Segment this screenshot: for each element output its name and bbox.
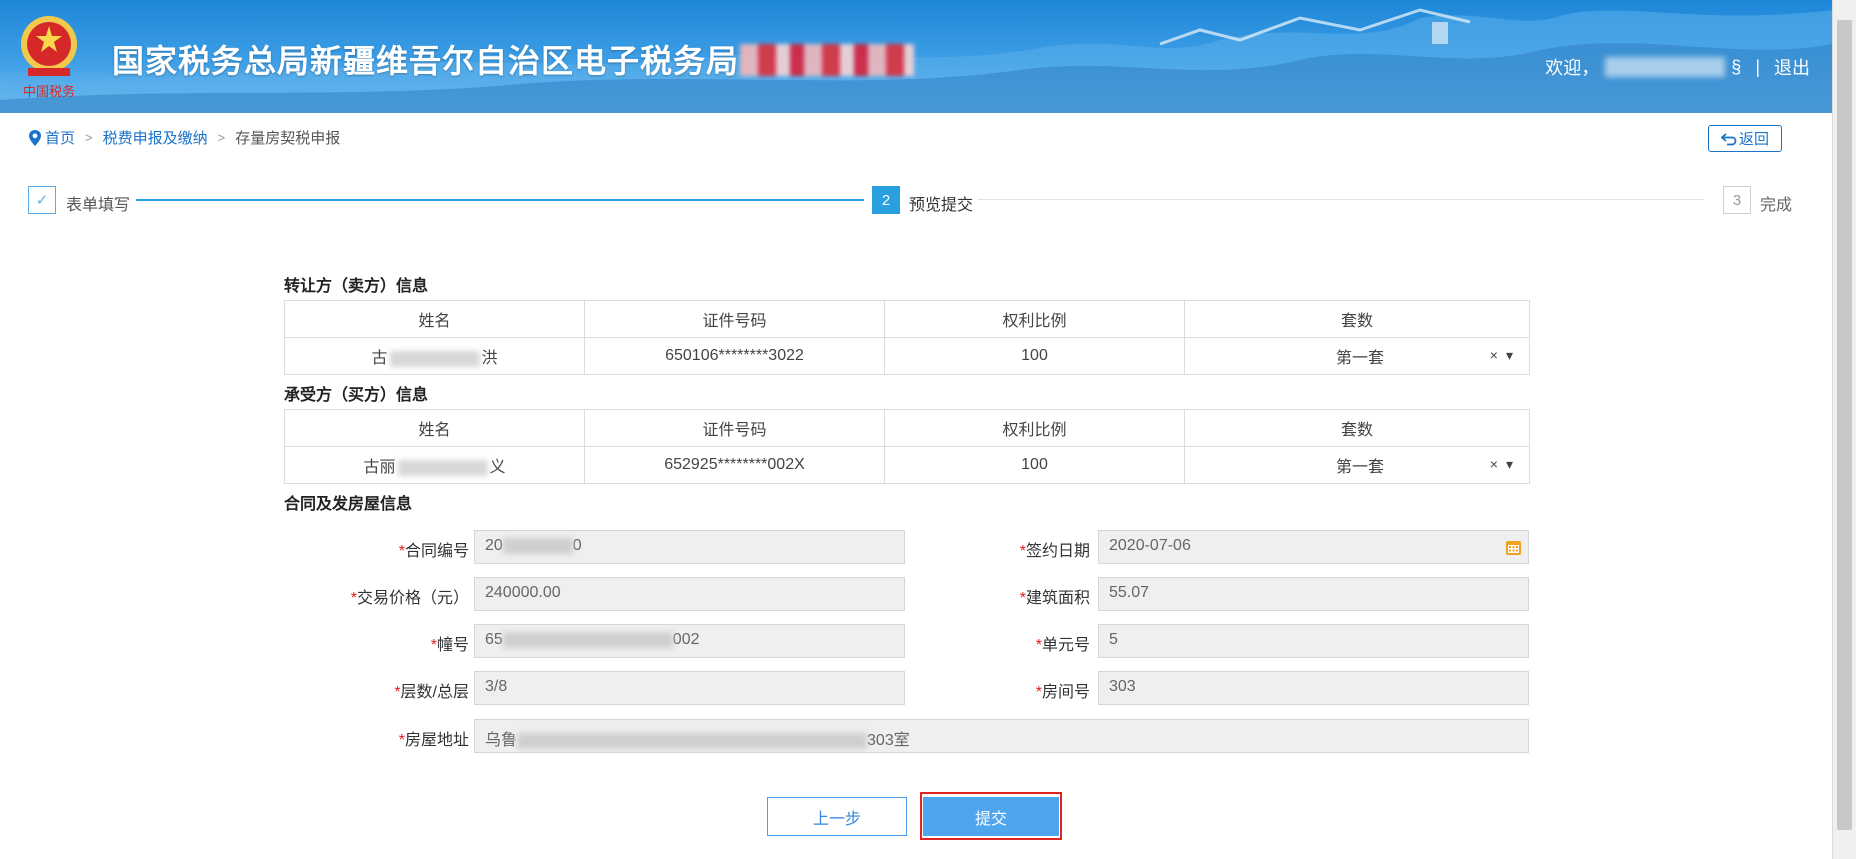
select-controls: × ▾ <box>1490 347 1513 364</box>
buyer-id-cell: 652925********002X <box>584 446 885 484</box>
seller-name-end: 洪 <box>481 350 498 367</box>
buyer-ratio-cell: 100 <box>884 446 1185 484</box>
location-pin-icon <box>29 129 41 146</box>
back-button[interactable]: 返回 <box>1708 125 1782 152</box>
buyer-name-end: 义 <box>489 459 506 476</box>
redacted-username <box>1605 57 1726 77</box>
step-line-completed <box>136 199 864 201</box>
redacted-name <box>397 459 488 476</box>
contract-section-title: 合同及发房屋信息 <box>284 496 413 513</box>
site-header: 中国税务 国家税务总局新疆维吾尔自治区电子税务局 欢迎， § | 退出 <box>0 0 1832 113</box>
breadcrumb-current: 存量房契税申报 <box>235 130 341 147</box>
unit-no-label: *单元号 <box>1035 637 1090 654</box>
area-input[interactable]: 55.07 <box>1098 577 1529 611</box>
breadcrumb-home[interactable]: 首页 <box>45 127 75 148</box>
dropdown-arrow-icon[interactable]: ▾ <box>1506 456 1513 473</box>
clear-icon[interactable]: × <box>1490 456 1498 473</box>
clear-icon[interactable]: × <box>1490 347 1498 364</box>
column-header-ratio: 权利比例 <box>884 300 1185 338</box>
step-1-check-icon: ✓ <box>28 186 56 214</box>
room-no-label: *房间号 <box>1035 684 1090 701</box>
building-no-input[interactable]: 65 002 <box>474 624 905 658</box>
seller-table: 姓名 证件号码 权利比例 套数 古洪 650106********3022 10… <box>284 300 1530 375</box>
breadcrumb-separator: > <box>217 130 226 145</box>
contract-no-label: *合同编号 <box>398 543 469 560</box>
step-3-label: 完成 <box>1760 197 1793 214</box>
address-label: *房屋地址 <box>398 732 469 749</box>
column-header-ratio: 权利比例 <box>884 409 1185 447</box>
dropdown-arrow-icon[interactable]: ▾ <box>1506 347 1513 364</box>
buyer-section-title: 承受方（买方）信息 <box>284 387 429 404</box>
welcome-text: 欢迎， <box>1545 58 1600 78</box>
breadcrumb-separator: > <box>85 130 93 145</box>
calendar-icon[interactable] <box>1505 539 1522 556</box>
select-controls: × ▾ <box>1490 456 1513 473</box>
unit-no-input[interactable]: 5 <box>1098 624 1529 658</box>
scrollbar-thumb[interactable] <box>1837 20 1852 830</box>
redacted-name <box>389 350 480 367</box>
step-3-number: 3 <box>1723 186 1751 214</box>
sign-date-label: *签约日期 <box>1019 543 1090 560</box>
price-input[interactable]: 240000.00 <box>474 577 905 611</box>
building-no-label: *幢号 <box>430 637 469 654</box>
breadcrumb-tax-declaration[interactable]: 税费申报及缴纳 <box>103 127 208 148</box>
site-title: 国家税务总局新疆维吾尔自治区电子税务局 <box>112 43 740 79</box>
price-label: *交易价格（元） <box>350 590 469 607</box>
svg-text:中国税务: 中国税务 <box>23 84 75 100</box>
sign-date-input[interactable]: 2020-07-06 <box>1098 530 1529 564</box>
column-header-sets: 套数 <box>1184 300 1530 338</box>
buyer-name-cell: 古丽 义 <box>284 446 585 484</box>
step-1-label: 表单填写 <box>66 197 131 214</box>
tax-bureau-emblem-icon: 中国税务 <box>21 16 77 100</box>
buyer-name-start: 古丽 <box>363 459 396 476</box>
user-suffix: § <box>1731 56 1742 77</box>
redacted-region <box>740 44 914 76</box>
return-arrow-icon <box>1720 132 1737 145</box>
previous-step-button[interactable]: 上一步 <box>767 797 907 836</box>
logout-link[interactable]: 退出 <box>1774 54 1810 80</box>
seller-name-cell: 古洪 <box>284 337 585 375</box>
redacted-value <box>502 631 673 648</box>
floors-input[interactable]: 3/8 <box>474 671 905 705</box>
progress-steps: ✓ 表单填写 2 预览提交 3 完成 <box>0 180 1832 220</box>
column-header-id: 证件号码 <box>584 300 885 338</box>
seller-id-cell: 650106********3022 <box>584 337 885 375</box>
breadcrumb: 首页 > 税费申报及缴纳 > 存量房契税申报 <box>28 127 340 148</box>
seller-name-start: 古 <box>371 350 388 367</box>
redacted-value <box>502 537 573 554</box>
buyer-table: 姓名 证件号码 权利比例 套数 古丽 义 652925********002X 1… <box>284 409 1530 484</box>
area-label: *建筑面积 <box>1019 590 1090 607</box>
step-2-number: 2 <box>872 186 900 214</box>
table-row: 古丽 义 652925********002X 100 第一套 × ▾ <box>284 446 1530 484</box>
column-header-sets: 套数 <box>1184 409 1530 447</box>
room-no-input[interactable]: 303 <box>1098 671 1529 705</box>
table-row: 古洪 650106********3022 100 第一套 × ▾ <box>284 337 1530 375</box>
vertical-scrollbar[interactable] <box>1832 0 1856 859</box>
header-separator: | <box>1755 56 1760 77</box>
floors-label: *层数/总层 <box>394 684 469 701</box>
seller-ratio-cell: 100 <box>884 337 1185 375</box>
column-header-id: 证件号码 <box>584 409 885 447</box>
column-header-name: 姓名 <box>284 409 585 447</box>
back-button-label: 返回 <box>1738 131 1769 148</box>
contract-no-input[interactable]: 20 0 <box>474 530 905 564</box>
seller-sets-select[interactable]: 第一套 × ▾ <box>1184 337 1530 375</box>
column-header-name: 姓名 <box>284 300 585 338</box>
step-2-label: 预览提交 <box>909 197 974 214</box>
redacted-value <box>517 732 868 749</box>
seller-section-title: 转让方（卖方）信息 <box>284 278 429 295</box>
page: 中国税务 国家税务总局新疆维吾尔自治区电子税务局 欢迎， § | 退出 首页 >… <box>0 0 1856 859</box>
address-input[interactable]: 乌鲁 303室 <box>474 719 1529 753</box>
user-bar: 欢迎， § | 退出 <box>1545 54 1810 80</box>
submit-button[interactable]: 提交 <box>923 797 1059 836</box>
seller-sets-value: 第一套 <box>1335 350 1384 367</box>
buyer-sets-select[interactable]: 第一套 × ▾ <box>1184 446 1530 484</box>
buyer-sets-value: 第一套 <box>1335 459 1384 476</box>
step-line-pending <box>978 199 1704 200</box>
